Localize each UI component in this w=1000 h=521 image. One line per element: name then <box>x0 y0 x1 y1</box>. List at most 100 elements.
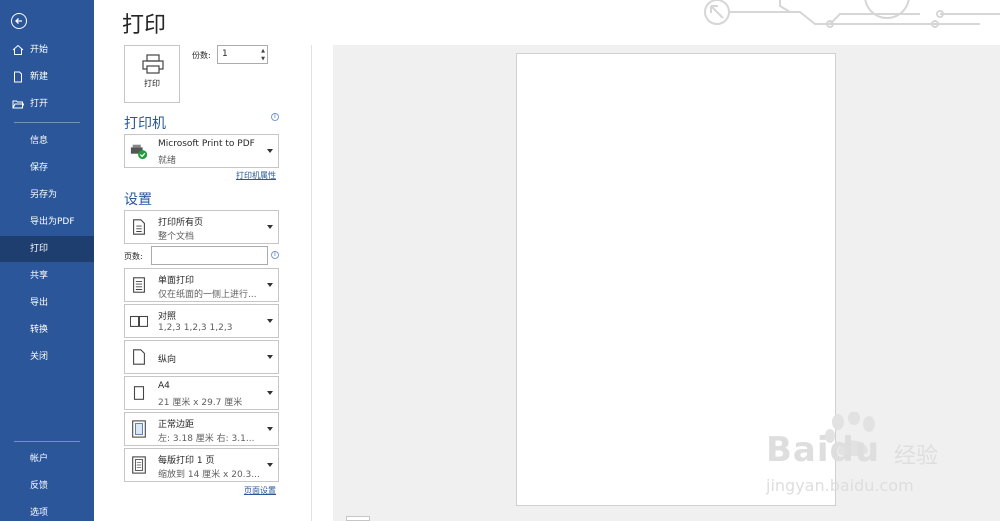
sidebar-item-info[interactable]: 信息 <box>0 128 94 154</box>
sidebar-item-options[interactable]: 选项 <box>0 500 94 521</box>
margins-sub: 左: 3.18 厘米 右: 3.1... <box>158 434 255 444</box>
sides-sub: 仅在纸面的一侧上进行... <box>158 290 257 300</box>
sidebar-item-label: 另存为 <box>30 190 58 200</box>
sidebar-item-open[interactable]: 打开 <box>0 91 94 117</box>
collated-icon <box>130 315 148 327</box>
chevron-down-icon <box>267 225 273 229</box>
sidebar-item-share[interactable]: 共享 <box>0 263 94 289</box>
sidebar-item-label: 打开 <box>30 99 49 109</box>
sidebar-item-save-as[interactable]: 另存为 <box>0 182 94 208</box>
margins-icon <box>132 420 146 438</box>
sidebar-item-home[interactable]: 开始 <box>0 37 94 63</box>
copies-label: 份数: <box>192 51 211 60</box>
margins-main: 正常边距 <box>158 420 195 430</box>
circuit-decoration <box>704 0 1000 28</box>
pages-input[interactable] <box>151 246 268 265</box>
sidebar-item-new[interactable]: 新建 <box>0 64 94 90</box>
backstage-sidebar: 开始 新建 打开 信息 保存 另存为 导出为PDF 打印 共享 导出 转换 关闭… <box>0 0 94 521</box>
page-nav-input[interactable] <box>346 516 370 521</box>
pages-per-sheet-dropdown[interactable]: 每版打印 1 页 缩放到 14 厘米 x 20.3... <box>124 448 279 482</box>
margins-dropdown[interactable]: 正常边距 左: 3.18 厘米 右: 3.1... <box>124 412 279 446</box>
pages-per-sheet-icon <box>132 456 146 474</box>
printer-section-title: 打印机 <box>124 116 166 132</box>
sidebar-item-label: 转换 <box>30 325 49 335</box>
pages-per-sheet-sub: 缩放到 14 厘米 x 20.3... <box>158 470 260 480</box>
printer-properties-link[interactable]: 打印机属性 <box>236 170 276 181</box>
sidebar-item-close[interactable]: 关闭 <box>0 344 94 370</box>
sidebar-item-export[interactable]: 导出 <box>0 290 94 316</box>
paper-size-main: A4 <box>158 381 170 391</box>
one-sided-icon <box>133 277 145 293</box>
print-range-main: 打印所有页 <box>158 218 204 228</box>
settings-section-title: 设置 <box>124 192 152 208</box>
printer-dropdown[interactable]: Microsoft Print to PDF 就绪 <box>124 134 279 168</box>
sidebar-item-label: 保存 <box>30 163 49 173</box>
sidebar-item-export-pdf[interactable]: 导出为PDF <box>0 209 94 235</box>
printer-icon <box>142 54 164 74</box>
sidebar-item-feedback[interactable]: 反馈 <box>0 473 94 499</box>
new-document-icon <box>14 71 22 83</box>
sidebar-divider <box>14 441 80 442</box>
preview-divider <box>311 45 312 521</box>
printer-name: Microsoft Print to PDF <box>158 139 255 149</box>
chevron-down-icon <box>267 463 273 467</box>
chevron-down-icon <box>267 355 273 359</box>
watermark-cn: 经验 <box>894 444 939 469</box>
copies-value: 1 <box>222 49 228 59</box>
pages-icon <box>133 219 145 235</box>
open-folder-icon <box>12 100 24 109</box>
sidebar-item-label: 反馈 <box>30 481 49 491</box>
spin-down-icon[interactable]: ▼ <box>261 56 265 62</box>
sidebar-item-label: 选项 <box>30 508 49 518</box>
sidebar-item-label: 导出为PDF <box>30 217 75 227</box>
sidebar-item-label: 帐户 <box>30 454 49 464</box>
chevron-down-icon <box>267 319 273 323</box>
page-title: 打印 <box>122 13 167 38</box>
sidebar-item-label: 导出 <box>30 298 49 308</box>
chevron-down-icon <box>267 427 273 431</box>
printer-ready-icon <box>130 144 148 160</box>
sidebar-item-convert[interactable]: 转换 <box>0 317 94 343</box>
sidebar-item-label: 打印 <box>30 244 49 254</box>
sidebar-item-print[interactable]: 打印 <box>0 236 94 262</box>
paper-size-icon <box>133 386 145 400</box>
chevron-down-icon <box>267 283 273 287</box>
collation-dropdown[interactable]: 对照 1,2,3 1,2,3 1,2,3 <box>124 304 279 338</box>
baidu-watermark: Baidu 经验 jingyan.baidu.com <box>766 412 956 502</box>
sidebar-item-account[interactable]: 帐户 <box>0 446 94 472</box>
printer-status: 就绪 <box>158 156 177 166</box>
back-arrow-icon[interactable] <box>11 13 27 29</box>
home-icon <box>12 44 24 55</box>
chevron-down-icon <box>267 149 273 153</box>
paper-size-sub: 21 厘米 x 29.7 厘米 <box>158 398 243 408</box>
orientation-dropdown[interactable]: 纵向 <box>124 340 279 374</box>
sides-dropdown[interactable]: 单面打印 仅在纸面的一侧上进行... <box>124 268 279 302</box>
print-button-label: 打印 <box>144 79 160 88</box>
sidebar-item-save[interactable]: 保存 <box>0 155 94 181</box>
pages-per-sheet-main: 每版打印 1 页 <box>158 456 215 466</box>
printer-info-icon[interactable]: i <box>271 113 279 121</box>
print-button[interactable]: 打印 <box>124 45 180 103</box>
print-range-dropdown[interactable]: 打印所有页 整个文档 <box>124 210 279 244</box>
watermark-brand: Baidu <box>766 430 881 470</box>
sidebar-item-label: 关闭 <box>30 352 49 362</box>
pages-label: 页数: <box>124 252 143 261</box>
orientation-main: 纵向 <box>158 355 177 365</box>
chevron-down-icon <box>267 391 273 395</box>
spin-up-icon[interactable]: ▲ <box>261 48 265 54</box>
pages-info-icon[interactable]: i <box>271 251 279 259</box>
sidebar-item-label: 信息 <box>30 136 49 146</box>
collation-sub: 1,2,3 1,2,3 1,2,3 <box>158 323 233 333</box>
collation-main: 对照 <box>158 312 177 322</box>
portrait-icon <box>133 349 145 365</box>
sidebar-item-label: 开始 <box>30 45 49 55</box>
page-setup-link[interactable]: 页面设置 <box>244 485 276 496</box>
copies-input[interactable]: 1 ▲ ▼ <box>217 45 268 64</box>
sidebar-divider <box>14 122 80 123</box>
paper-size-dropdown[interactable]: A4 21 厘米 x 29.7 厘米 <box>124 376 279 410</box>
watermark-url: jingyan.baidu.com <box>766 476 914 495</box>
sidebar-item-label: 新建 <box>30 72 49 82</box>
sidebar-item-label: 共享 <box>30 271 49 281</box>
print-range-sub: 整个文档 <box>158 232 195 242</box>
sides-main: 单面打印 <box>158 276 195 286</box>
